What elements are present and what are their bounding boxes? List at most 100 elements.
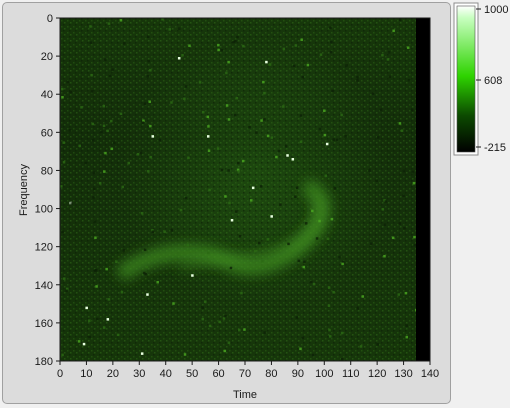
x-tick-label: 90 bbox=[292, 368, 304, 380]
speckle-cell bbox=[103, 170, 106, 173]
x-axis-title: Time bbox=[233, 389, 257, 401]
speckle-cell bbox=[121, 185, 124, 189]
y-axis: 0 20 40 60 80 100 120 140 160 180 bbox=[35, 13, 60, 368]
speckle-cell bbox=[324, 174, 328, 177]
speckle-cell bbox=[84, 161, 87, 165]
speckle-cell bbox=[149, 155, 152, 159]
speckle-cell bbox=[92, 171, 96, 174]
speckle-cell bbox=[164, 259, 167, 263]
speckle-cell bbox=[139, 151, 143, 155]
speckle-cell bbox=[318, 127, 322, 131]
speckle-cell bbox=[311, 353, 315, 357]
speckle-cell bbox=[387, 51, 391, 54]
speckle-cell bbox=[146, 35, 150, 38]
speckle-cell bbox=[208, 324, 212, 328]
speckle-cell bbox=[143, 248, 147, 251]
speckle-cell bbox=[220, 168, 224, 172]
speckle-cell bbox=[88, 335, 91, 339]
speckle-cell bbox=[218, 320, 221, 324]
no-data-strip bbox=[416, 18, 430, 361]
speckle-cell bbox=[359, 345, 363, 348]
speckle-cell bbox=[146, 75, 150, 78]
speckle-cell bbox=[303, 260, 306, 264]
x-tick-label: 70 bbox=[239, 368, 251, 380]
y-tick-label: 80 bbox=[41, 165, 53, 177]
speckle-cell bbox=[300, 38, 303, 42]
speckle-cell bbox=[319, 53, 323, 56]
speckle-cell bbox=[105, 267, 108, 271]
speckle-cell bbox=[299, 140, 303, 144]
speckle-cell bbox=[120, 291, 124, 294]
speckle-cell bbox=[156, 280, 159, 284]
y-tick-label: 60 bbox=[41, 127, 53, 139]
speckle-cell bbox=[248, 126, 251, 129]
speckle-cell bbox=[228, 201, 231, 205]
speckle-cell bbox=[301, 336, 305, 340]
speckle-cell bbox=[94, 268, 98, 272]
speckle-cell bbox=[68, 129, 72, 132]
speckle-cell bbox=[151, 230, 155, 233]
speckle-cell bbox=[402, 194, 405, 197]
speckle-cell bbox=[253, 250, 257, 253]
colorbar-label-min: -215 bbox=[484, 142, 506, 154]
speckle-cell bbox=[93, 220, 97, 223]
speckle-cell bbox=[371, 92, 375, 95]
speckle-cell bbox=[402, 169, 406, 173]
speckle-cell bbox=[329, 26, 332, 29]
speckle-cell bbox=[318, 219, 321, 223]
speckle-cell bbox=[270, 136, 274, 139]
speckle-cell bbox=[297, 259, 301, 263]
speckle-cell bbox=[104, 58, 107, 61]
speckle-cell bbox=[115, 260, 118, 264]
x-tick-label: 100 bbox=[315, 368, 333, 380]
speckle-cell bbox=[89, 25, 92, 28]
speckle-cell bbox=[187, 156, 190, 159]
speckle-cell bbox=[93, 187, 96, 191]
hot-pixel bbox=[207, 135, 210, 138]
x-tick-label: 130 bbox=[394, 368, 412, 380]
speckle-cell bbox=[400, 129, 404, 132]
y-axis-title: Frequency bbox=[18, 164, 30, 216]
x-axis: 0 10 20 30 40 50 60 70 80 90 100 110 120 130 140 bbox=[57, 361, 439, 380]
y-tick-label: 180 bbox=[35, 356, 53, 368]
speckle-cell bbox=[70, 202, 73, 205]
speckle-cell bbox=[369, 242, 373, 245]
speckle-cell bbox=[100, 130, 103, 134]
x-tick-label: 110 bbox=[342, 368, 360, 380]
speckle-cell bbox=[405, 335, 408, 339]
speckle-cell bbox=[65, 289, 68, 293]
speckle-cell bbox=[95, 285, 98, 288]
hot-pixel bbox=[230, 218, 234, 222]
speckle-cell bbox=[183, 97, 186, 100]
speckle-cell bbox=[145, 265, 149, 269]
speckle-cell bbox=[356, 75, 359, 79]
speckle-cell bbox=[108, 74, 112, 77]
speckle-cell bbox=[177, 27, 181, 30]
speckle-cell bbox=[106, 129, 109, 133]
speckle-cell bbox=[78, 144, 81, 148]
speckle-cell bbox=[206, 115, 210, 119]
speckle-cell bbox=[383, 223, 387, 227]
speckle-cell bbox=[295, 316, 299, 319]
y-tick-label: 0 bbox=[47, 13, 53, 25]
y-tick-label: 140 bbox=[35, 280, 53, 292]
hot-pixel bbox=[325, 142, 329, 146]
speckle-cell bbox=[376, 136, 380, 139]
speckle-cell bbox=[234, 113, 237, 117]
speckle-cell bbox=[340, 358, 344, 361]
speckle-cell bbox=[149, 69, 152, 72]
speckle-cell bbox=[232, 40, 235, 44]
speckle-cell bbox=[392, 29, 395, 33]
hot-pixel bbox=[251, 186, 255, 190]
speckle-cell bbox=[282, 47, 286, 51]
x-tick-label: 50 bbox=[186, 368, 198, 380]
speckle-cell bbox=[227, 60, 230, 64]
speckle-cell bbox=[361, 295, 365, 298]
speckle-cell bbox=[384, 200, 388, 203]
speckle-cell bbox=[69, 90, 72, 94]
speckle-cell bbox=[208, 188, 211, 192]
speckle-cell bbox=[306, 63, 310, 67]
speckle-cell bbox=[356, 307, 359, 310]
speckle-cell bbox=[202, 110, 205, 114]
speckle-cell bbox=[241, 159, 245, 163]
